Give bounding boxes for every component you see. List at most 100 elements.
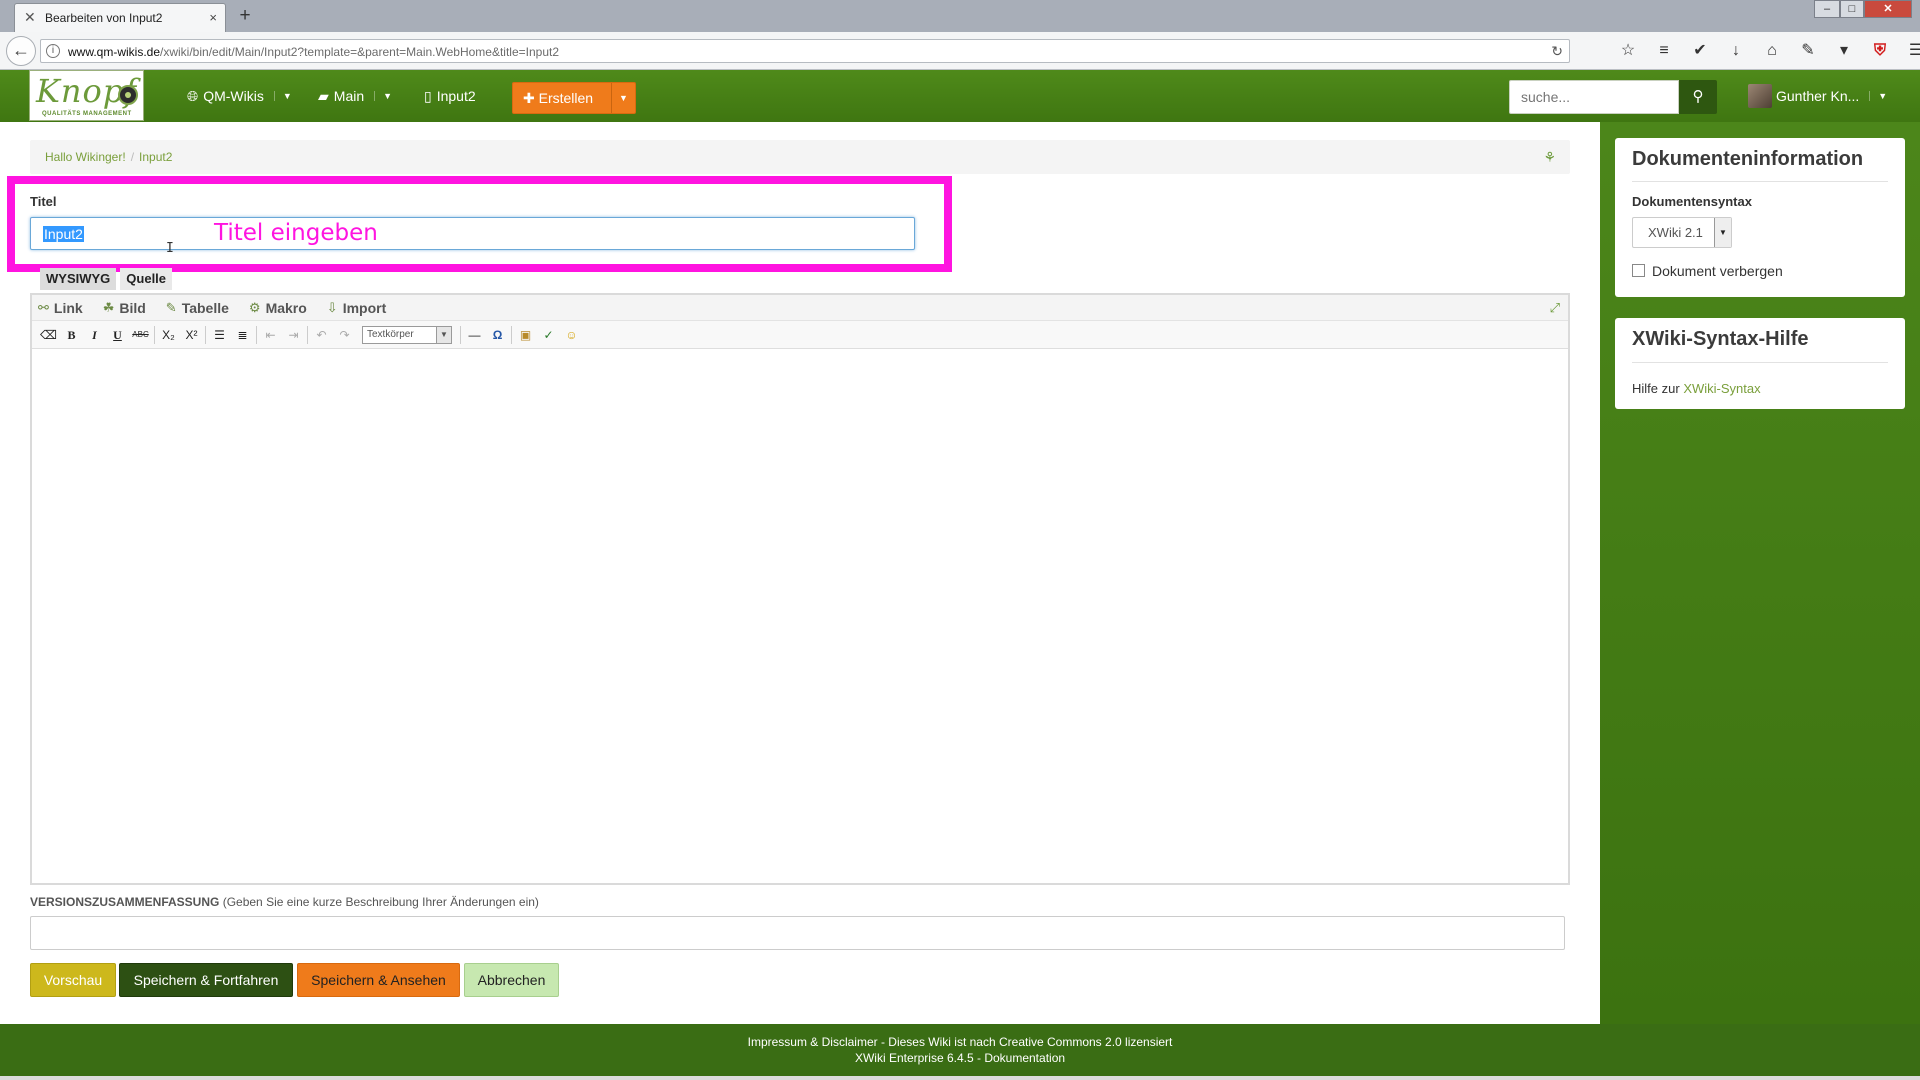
wysiwyg-editor[interactable]: ⚯ Link ☘ Bild ✎ Tabelle ⚙ Makro ⇩ Import ⤢ ⌫ … (30, 293, 1570, 885)
nav-wiki-dropdown-icon[interactable]: ▼ (273, 91, 292, 101)
browser-tab[interactable]: ✕ Bearbeiten von Input2 × (14, 3, 226, 32)
menu-image[interactable]: ☘ Bild (103, 300, 146, 316)
home-icon[interactable]: ⌂ (1754, 41, 1790, 61)
hamburger-menu-icon[interactable]: ☰ (1898, 41, 1920, 61)
special-char-icon[interactable]: Ω (486, 325, 509, 345)
hide-document-label: Dokument verbergen (1652, 263, 1783, 279)
window-minimize-button[interactable]: – (1814, 0, 1840, 18)
create-dropdown-icon[interactable]: ▼ (611, 83, 635, 113)
cancel-button[interactable]: Abbrechen (464, 963, 559, 997)
paragraph-style-select[interactable]: Textkörper ▼ (362, 325, 452, 344)
hide-document-checkbox[interactable] (1632, 264, 1645, 277)
menu-macro-label: Makro (265, 299, 307, 316)
logo[interactable]: Knopf QUALITÄTS MANAGEMENT (29, 70, 144, 121)
bold-icon[interactable]: B (60, 325, 83, 345)
menu-link[interactable]: ⚯ Link (38, 300, 83, 316)
menu-link-label: Link (53, 299, 83, 316)
logo-subtitle: QUALITÄTS MANAGEMENT (42, 111, 132, 117)
browser-toolbar-icons: ☆ ≡ ✔ ↓ ⌂ ✎ ▾ ⛨ ☰ (1610, 41, 1920, 61)
eraser-icon[interactable]: ⌫ (37, 325, 60, 345)
fullscreen-icon[interactable]: ⤢ (1550, 300, 1560, 316)
avatar (1748, 84, 1772, 108)
download-icon[interactable]: ↓ (1718, 41, 1754, 61)
toolbar-separator (511, 325, 512, 344)
spellcheck-icon[interactable]: ✓ (537, 325, 560, 345)
redo-icon[interactable]: ↷ (333, 325, 356, 345)
breadcrumb-current-link[interactable]: Input2 (139, 150, 172, 164)
url-bar[interactable]: i www.qm-wikis.de/xwiki/bin/edit/Main/In… (40, 39, 1570, 63)
tab-source[interactable]: Quelle (120, 268, 173, 290)
tools-icon[interactable]: ✎ (1790, 41, 1826, 61)
reload-icon[interactable]: ↻ (1551, 43, 1563, 60)
italic-icon[interactable]: I (83, 325, 106, 345)
plus-icon: ✚ (523, 90, 539, 106)
toolbar-separator (307, 325, 308, 344)
hierarchy-icon[interactable]: ⚘ (1543, 149, 1556, 166)
nav-wiki[interactable]: 🌐︎ QM-Wikis ▼ (187, 70, 292, 122)
bullet-list-icon[interactable]: ☰ (208, 325, 231, 345)
nav-page[interactable]: ▯ Input2 (424, 70, 476, 122)
pocket-icon[interactable]: ✔ (1682, 41, 1718, 61)
more-dropdown-icon[interactable]: ▾ (1826, 41, 1862, 61)
user-name: Gunther Kn... (1776, 88, 1860, 104)
version-summary-label: VERSIONSZUSAMMENFASSUNG (Geben Sie eine … (30, 895, 539, 909)
undo-icon[interactable]: ↶ (310, 325, 333, 345)
site-info-icon[interactable]: i (46, 44, 60, 58)
globe-icon: 🌐︎ (187, 87, 199, 104)
user-dropdown-icon[interactable]: ▼ (1869, 91, 1887, 101)
document-info-title: Dokumenteninformation (1632, 148, 1864, 170)
menu-macro[interactable]: ⚙ Makro (249, 300, 307, 316)
search-input[interactable] (1509, 80, 1679, 114)
tab-wysiwyg[interactable]: WYSIWYG (40, 268, 117, 290)
new-tab-button[interactable]: + (235, 5, 255, 27)
syntax-label: Dokumentensyntax (1632, 194, 1752, 209)
paste-icon[interactable]: ▣ (514, 325, 537, 345)
title-input[interactable]: Input2 I (30, 217, 915, 256)
syntax-help-text: Hilfe zur XWiki-Syntax (1632, 381, 1761, 396)
annotation-text: Titel eingeben (214, 220, 378, 246)
reader-view-icon[interactable]: ≡ (1646, 41, 1682, 61)
create-button[interactable]: ✚ Erstellen ▼ (512, 82, 636, 114)
emoticon-icon[interactable]: ☺ (560, 325, 583, 345)
window-maximize-button[interactable]: □ (1840, 0, 1864, 18)
syntax-help-prefix: Hilfe zur (1632, 381, 1680, 396)
syntax-help-link[interactable]: XWiki-Syntax (1683, 381, 1760, 396)
footer-license[interactable]: Impressum & Disclaimer - Dieses Wiki ist… (0, 1035, 1920, 1049)
create-label: Erstellen (538, 90, 594, 106)
window-close-button[interactable]: ✕ (1864, 0, 1912, 18)
version-summary-input[interactable] (30, 916, 1565, 950)
image-icon: ☘ (102, 299, 115, 315)
save-view-button[interactable]: Speichern & Ansehen (297, 963, 460, 997)
preview-button[interactable]: Vorschau (30, 963, 116, 997)
horizontal-rule-icon[interactable]: — (463, 325, 486, 345)
outdent-icon[interactable]: ⇤ (259, 325, 282, 345)
editor-menu-bar: ⚯ Link ☘ Bild ✎ Tabelle ⚙ Makro ⇩ Import ⤢ (32, 295, 1568, 321)
menu-import[interactable]: ⇩ Import (327, 300, 386, 316)
search-button[interactable]: ⚲ (1679, 80, 1717, 114)
footer-version[interactable]: XWiki Enterprise 6.4.5 - Dokumentation (0, 1051, 1920, 1065)
save-continue-button[interactable]: Speichern & Fortfahren (119, 963, 293, 997)
breadcrumb: Hallo Wikinger! / Input2 ⚘ (30, 140, 1570, 174)
syntax-select[interactable]: XWiki 2.1 ▼ (1632, 217, 1732, 248)
nav-space[interactable]: ▰ Main ▼ (318, 70, 392, 122)
nav-space-dropdown-icon[interactable]: ▼ (374, 91, 392, 101)
back-button[interactable]: ← (6, 36, 36, 66)
bookmark-star-icon[interactable]: ☆ (1610, 41, 1646, 61)
underline-icon[interactable]: U (106, 325, 129, 345)
indent-icon[interactable]: ⇥ (282, 325, 305, 345)
url-text[interactable]: www.qm-wikis.de/xwiki/bin/edit/Main/Inpu… (68, 45, 559, 59)
link-icon: ⚯ (38, 299, 49, 315)
shield-icon[interactable]: ⛨ (1862, 41, 1898, 61)
numbered-list-icon[interactable]: ≣ (231, 325, 254, 345)
breadcrumb-home-link[interactable]: Hallo Wikinger! (45, 150, 126, 164)
chevron-down-icon: ▼ (436, 326, 451, 343)
menu-import-label: Import (342, 299, 387, 316)
nav-page-label: Input2 (436, 88, 476, 104)
menu-table[interactable]: ✎ Tabelle (166, 300, 229, 316)
user-menu[interactable]: Gunther Kn... ▼ (1748, 84, 1887, 108)
tab-close-icon[interactable]: × (209, 10, 217, 25)
strikethrough-icon[interactable]: ABC (129, 325, 152, 345)
superscript-icon[interactable]: X² (180, 325, 203, 345)
syntax-help-panel: XWiki-Syntax-Hilfe Hilfe zur XWiki-Synta… (1615, 318, 1905, 409)
subscript-icon[interactable]: X₂ (157, 325, 180, 345)
